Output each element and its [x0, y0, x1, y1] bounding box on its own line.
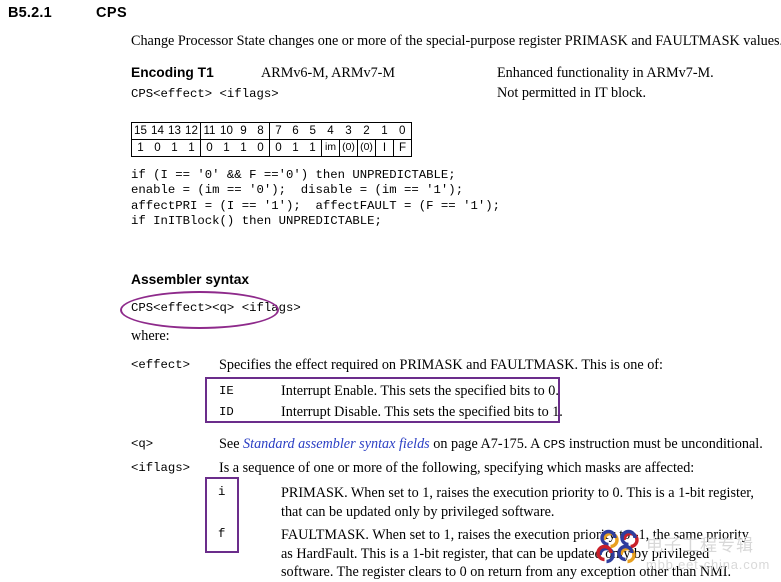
bit-value-row: 1 0 1 1 0 1 1 0 0 1 1 im (0) (0) I F [132, 139, 412, 157]
q-text-middle: on page A7-175. A [429, 436, 544, 452]
bit-value-cell: 1 [240, 141, 247, 154]
bit-number-cell: 0 [393, 122, 412, 140]
definition-label-iflags: <iflags> [131, 461, 191, 475]
effect-option-name: IE [219, 384, 234, 398]
bit-number-cell: 7 [269, 122, 287, 140]
assembler-syntax-line: CPS<effect><q> <iflags> [131, 301, 301, 315]
bit-field-table: 15 14 13 12 11 10 9 8 7 6 5 4 3 2 1 0 1 … [131, 122, 412, 157]
q-text-before: See [219, 436, 244, 452]
bit-number-cell: 6 [287, 122, 304, 140]
intro-paragraph: Change Processor State changes one or mo… [131, 33, 781, 49]
bit-number-cell: 1 [375, 122, 394, 140]
bit-number-cell: 15 [131, 122, 149, 140]
iflag-description: PRIMASK. When set to 1, raises the execu… [281, 485, 754, 520]
bit-value-cell: 1 [309, 141, 316, 154]
effect-option-name: ID [219, 405, 234, 419]
effect-option-description: Interrupt Enable. This sets the specifie… [281, 383, 559, 399]
crossref-link[interactable]: Standard assembler syntax fields [243, 436, 430, 452]
bit-number-cell: 10 [218, 122, 235, 140]
bit-value-cell: 0 [200, 139, 218, 157]
definition-label-q: <q> [131, 437, 154, 451]
encoding-note-line2: Not permitted in IT block. [497, 85, 647, 101]
bit-value-cell: 1 [171, 141, 178, 154]
bit-number-cell: 4 [321, 122, 340, 140]
q-mono-token: CPS [543, 438, 566, 452]
bit-number-cell: 3 [339, 122, 358, 140]
pseudocode-block: if (I == '0' && F =='0') then UNPREDICTA… [131, 168, 500, 229]
section-title: CPS [96, 5, 128, 21]
definition-text-effect: Specifies the effect required on PRIMASK… [219, 357, 663, 373]
bit-number-cell: 14 [149, 122, 166, 140]
bit-value-cell: F [393, 139, 412, 157]
assembler-syntax-heading: Assembler syntax [131, 272, 250, 287]
bit-value-cell: 1 [188, 141, 195, 154]
iflag-name: i [218, 485, 226, 499]
bit-value-cell: 1 [292, 141, 299, 154]
document-page: B5.2.1 CPS Change Processor State change… [0, 0, 781, 582]
bit-value-cell: 0 [269, 139, 287, 157]
bit-number-cell: 8 [252, 122, 270, 140]
bit-number-row: 15 14 13 12 11 10 9 8 7 6 5 4 3 2 1 0 [131, 122, 412, 140]
definition-label-effect: <effect> [131, 358, 191, 372]
bit-value-cell: (0) [357, 139, 376, 157]
bit-number-cell: 5 [304, 122, 322, 140]
bit-value-cell: (0) [339, 139, 358, 157]
section-number: B5.2.1 [8, 5, 52, 21]
definition-text-iflags: Is a sequence of one or more of the foll… [219, 460, 695, 476]
bit-value-cell: 1 [223, 141, 230, 154]
bit-number-cell: 12 [183, 122, 201, 140]
effect-option-description: Interrupt Disable. This sets the specifi… [281, 404, 563, 420]
bit-number-cell: 13 [166, 122, 183, 140]
bit-value-cell: I [375, 139, 394, 157]
encoding-heading: Encoding T1 [131, 65, 214, 80]
iflag-description: FAULTMASK. When set to 1, raises the exe… [281, 527, 749, 581]
bit-number-cell: 11 [200, 122, 218, 140]
bit-value-cell: 1 [137, 141, 144, 154]
encoding-syntax: CPS<effect> <iflags> [131, 87, 279, 101]
encoding-note-line1: Enhanced functionality in ARMv7-M. [497, 65, 714, 81]
q-text-after: instruction must be unconditional. [565, 436, 763, 452]
iflag-name: f [218, 527, 226, 541]
bit-number-cell: 9 [235, 122, 252, 140]
bit-number-cell: 2 [357, 122, 376, 140]
bit-value-cell: 0 [257, 141, 264, 154]
encoding-architectures: ARMv6-M, ARMv7-M [261, 65, 396, 81]
definition-text-q: See Standard assembler syntax fields on … [219, 436, 763, 453]
where-label: where: [131, 328, 170, 344]
bit-value-cell: im [321, 139, 340, 157]
bit-value-cell: 0 [154, 141, 161, 154]
